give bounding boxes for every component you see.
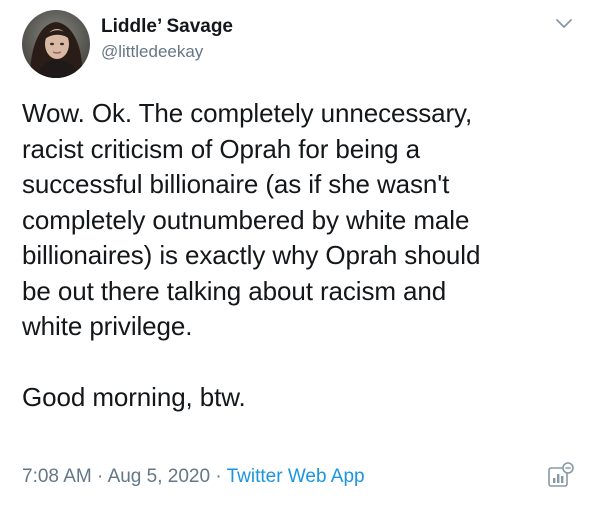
tweet-text-line: white privilege. <box>22 311 193 341</box>
tweet-card: Liddle’ Savage @littledeekay Wow. Ok. Th… <box>0 0 595 506</box>
tweet-text-line: Good morning, btw. <box>22 382 246 412</box>
tweet-text-line: racist criticism of Oprah for being a <box>22 133 420 164</box>
tweet-date[interactable]: Aug 5, 2020 <box>108 466 210 487</box>
display-name[interactable]: Liddle’ Savage <box>101 16 233 38</box>
tweet-text-line: billionaires) is exactly why Oprah shoul… <box>22 240 481 270</box>
meta-separator: · <box>97 466 104 487</box>
username-handle[interactable]: @littledeekay <box>101 42 233 62</box>
avatar[interactable] <box>22 10 90 78</box>
user-info[interactable]: Liddle’ Savage @littledeekay <box>101 16 233 62</box>
tweet-text-line: Wow. Ok. The completely unnecessary, <box>22 98 473 128</box>
tweet-meta: 7:08 AM · Aug 5, 2020 · Twitter Web App <box>22 466 365 488</box>
chevron-down-icon[interactable] <box>553 16 575 32</box>
tweet-text-line: completely outnumbered by white male <box>22 204 470 235</box>
avatar-photo-icon <box>22 10 90 78</box>
tweet-text-line: successful billionaire (as if she wasn't <box>22 169 450 199</box>
meta-separator: · <box>215 466 222 487</box>
tweet-text: Wow. Ok. The completely unnecessary, rac… <box>22 96 577 416</box>
tweet-source-link[interactable]: Twitter Web App <box>227 466 365 487</box>
tweet-time[interactable]: 7:08 AM <box>22 466 92 487</box>
analytics-icon[interactable] <box>546 460 576 490</box>
tweet-text-line: be out there talking about racism and <box>22 275 447 306</box>
